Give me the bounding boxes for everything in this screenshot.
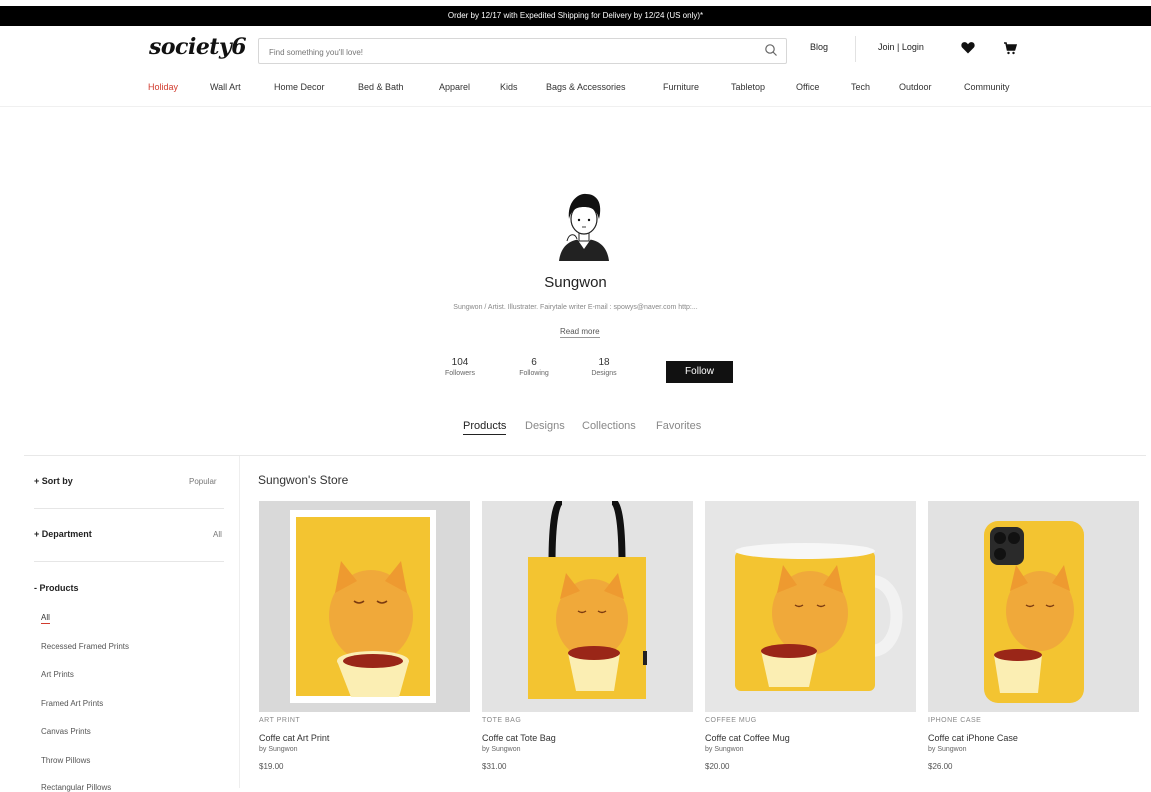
product-artist[interactable]: by Sungwon: [928, 746, 1139, 753]
iphone-case-image: [928, 501, 1139, 712]
store-title: Sungwon's Store: [258, 473, 349, 487]
products-toggle[interactable]: - Products: [34, 583, 79, 593]
nav-bed-bath[interactable]: Bed & Bath: [358, 82, 404, 92]
following-count: 6: [531, 357, 537, 368]
followers-count: 104: [451, 357, 469, 368]
nav-apparel[interactable]: Apparel: [439, 82, 470, 92]
artist-name: Sungwon: [544, 274, 607, 291]
product-image[interactable]: [705, 501, 916, 712]
nav-home-decor[interactable]: Home Decor: [274, 82, 325, 92]
nav-office[interactable]: Office: [796, 82, 819, 92]
product-filter-recessed-framed-prints[interactable]: Recessed Framed Prints: [41, 642, 129, 651]
followers-stat[interactable]: 104 Followers: [430, 357, 490, 377]
site-header: society6 Blog Join | Login: [0, 26, 1151, 72]
product-type: ART PRINT: [259, 717, 301, 724]
product-filter-canvas-prints[interactable]: Canvas Prints: [41, 727, 91, 736]
nav-community[interactable]: Community: [964, 82, 1010, 92]
following-stat[interactable]: 6 Following: [504, 357, 564, 377]
product-price: $26.00: [928, 762, 953, 771]
product-title[interactable]: Coffe cat Tote Bag: [482, 733, 693, 743]
content-divider: [24, 455, 1146, 456]
nav-divider: [0, 106, 1151, 107]
tab-products[interactable]: Products: [463, 420, 507, 435]
tote-bag-image: [482, 501, 693, 712]
product-artist[interactable]: by Sungwon: [705, 746, 916, 753]
tab-collections[interactable]: Collections: [582, 420, 636, 432]
product-image[interactable]: [482, 501, 693, 712]
heart-icon[interactable]: [961, 41, 975, 54]
artist-bio: Sungwon / Artist. Illustrater. Fairytale…: [453, 304, 698, 311]
product-price: $20.00: [705, 762, 730, 771]
blog-link[interactable]: Blog: [810, 42, 828, 52]
product-title[interactable]: Coffe cat Art Print: [259, 733, 470, 743]
coffee-mug-image: [705, 501, 916, 712]
followers-label: Followers: [445, 370, 475, 377]
nav-kids[interactable]: Kids: [500, 82, 518, 92]
header-divider: [855, 36, 856, 62]
artist-avatar: [559, 193, 609, 261]
search-bar[interactable]: [258, 38, 787, 64]
designs-count: 18: [598, 357, 610, 368]
nav-outdoor[interactable]: Outdoor: [899, 82, 932, 92]
filter-divider: [34, 508, 224, 509]
product-card[interactable]: IPHONE CASE Coffe cat iPhone Case by Sun…: [928, 501, 1139, 771]
cart-icon[interactable]: [1003, 41, 1017, 55]
filter-divider: [34, 561, 224, 562]
search-input[interactable]: [267, 43, 751, 61]
nav-tabletop[interactable]: Tabletop: [731, 82, 765, 92]
product-price: $31.00: [482, 762, 507, 771]
nav-tech[interactable]: Tech: [851, 82, 870, 92]
sort-by-value[interactable]: Popular: [189, 477, 217, 486]
department-toggle[interactable]: + Department: [34, 529, 92, 539]
product-filter-throw-pillows[interactable]: Throw Pillows: [41, 756, 90, 765]
nav-wall-art[interactable]: Wall Art: [210, 82, 241, 92]
product-image[interactable]: [928, 501, 1139, 712]
department-value[interactable]: All: [213, 530, 222, 539]
follow-button[interactable]: Follow: [666, 361, 733, 383]
product-type: IPHONE CASE: [928, 717, 982, 724]
promo-banner[interactable]: Order by 12/17 with Expedited Shipping f…: [0, 6, 1151, 26]
nav-bags-accessories[interactable]: Bags & Accessories: [546, 82, 626, 92]
product-artist[interactable]: by Sungwon: [259, 746, 470, 753]
search-icon[interactable]: [764, 43, 778, 57]
tab-favorites[interactable]: Favorites: [656, 420, 701, 432]
designs-stat[interactable]: 18 Designs: [574, 357, 634, 377]
join-login-link[interactable]: Join | Login: [878, 42, 924, 52]
product-type: TOTE BAG: [482, 717, 522, 724]
product-card[interactable]: TOTE BAG Coffe cat Tote Bag by Sungwon $…: [482, 501, 693, 771]
designs-label: Designs: [591, 370, 617, 377]
product-filter-all[interactable]: All: [41, 613, 50, 624]
product-title[interactable]: Coffe cat iPhone Case: [928, 733, 1139, 743]
product-title[interactable]: Coffe cat Coffee Mug: [705, 733, 916, 743]
product-artist[interactable]: by Sungwon: [482, 746, 693, 753]
art-print-image: [259, 501, 470, 712]
product-price: $19.00: [259, 762, 284, 771]
product-image[interactable]: [259, 501, 470, 712]
society6-logo[interactable]: society6: [149, 34, 247, 60]
product-filter-framed-art-prints[interactable]: Framed Art Prints: [41, 699, 103, 708]
main-nav: Holiday Wall Art Home Decor Bed & Bath A…: [0, 78, 1151, 100]
product-filter-art-prints[interactable]: Art Prints: [41, 670, 74, 679]
sidebar-divider: [239, 456, 240, 788]
product-type: COFFEE MUG: [705, 717, 757, 724]
nav-holiday[interactable]: Holiday: [148, 82, 178, 92]
sort-by-toggle[interactable]: + Sort by: [34, 476, 73, 486]
product-card[interactable]: COFFEE MUG Coffe cat Coffee Mug by Sungw…: [705, 501, 916, 771]
product-card[interactable]: ART PRINT Coffe cat Art Print by Sungwon…: [259, 501, 470, 771]
tab-designs[interactable]: Designs: [525, 420, 565, 432]
following-label: Following: [519, 370, 549, 377]
read-more-link[interactable]: Read more: [560, 327, 600, 338]
nav-furniture[interactable]: Furniture: [663, 82, 699, 92]
